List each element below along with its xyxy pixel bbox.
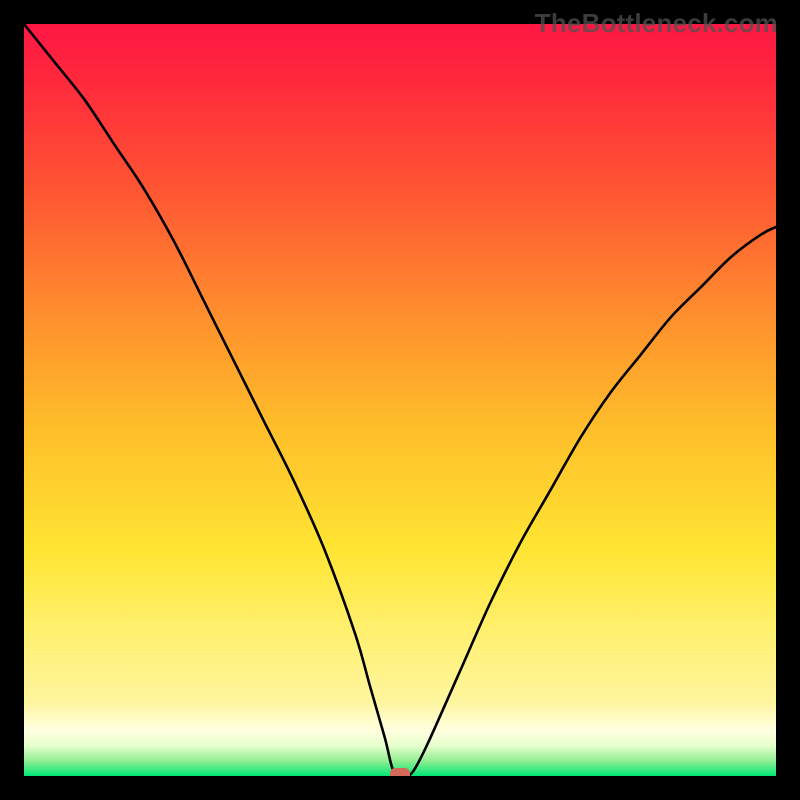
optimum-marker	[390, 768, 410, 776]
watermark-text: TheBottleneck.com	[535, 8, 778, 39]
chart-frame: TheBottleneck.com	[0, 0, 800, 800]
chart-plot-area	[24, 24, 776, 776]
chart-svg	[24, 24, 776, 776]
bottleneck-curve	[24, 24, 776, 776]
